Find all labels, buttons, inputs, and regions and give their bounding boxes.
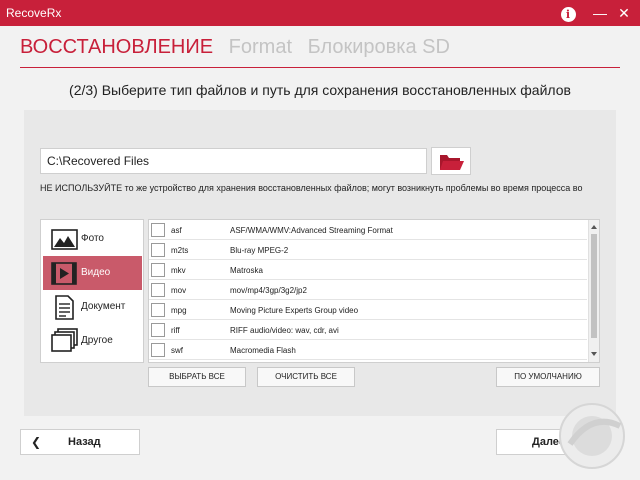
list-item[interactable]: riff RIFF audio/video: wav, cdr, avi: [149, 320, 587, 340]
file-type-checkbox[interactable]: [151, 223, 165, 237]
tab-sd-lock[interactable]: Блокировка SD: [308, 36, 450, 58]
back-label: Назад: [68, 436, 101, 448]
category-document[interactable]: Документ: [43, 290, 142, 324]
tab-format[interactable]: Format: [229, 36, 292, 58]
file-type-list: asf ASF/WMA/WMV:Advanced Streaming Forma…: [148, 219, 600, 363]
category-label: Фото: [81, 233, 104, 244]
scroll-down-icon[interactable]: [591, 352, 597, 356]
file-description: Moving Picture Experts Group video: [230, 306, 359, 315]
close-button[interactable]: ✕: [614, 3, 634, 23]
info-icon: i: [560, 7, 576, 22]
destination-path-input[interactable]: [40, 148, 427, 174]
clear-all-button[interactable]: ОЧИСТИТЬ ВСЕ: [257, 367, 355, 387]
category-photo[interactable]: Фото: [43, 222, 142, 256]
file-extension: mpg: [171, 306, 187, 315]
file-type-checkbox[interactable]: [151, 263, 165, 277]
category-label: Видео: [81, 267, 111, 278]
step-title: (2/3) Выберите тип файлов и путь для сох…: [69, 82, 571, 98]
list-item[interactable]: asf ASF/WMA/WMV:Advanced Streaming Forma…: [149, 220, 587, 240]
file-description: Macromedia Flash: [230, 346, 296, 355]
list-item[interactable]: mov mov/mp4/3gp/3g2/jp2: [149, 280, 587, 300]
file-type-checkbox[interactable]: [151, 343, 165, 357]
chevron-left-icon: ❮: [31, 435, 42, 449]
file-extension: riff: [171, 326, 180, 335]
scroll-up-icon[interactable]: [591, 225, 597, 229]
file-description: RIFF audio/video: wav, cdr, avi: [230, 326, 339, 335]
minimize-button[interactable]: —: [590, 3, 610, 23]
browse-folder-button[interactable]: [431, 147, 471, 175]
list-scrollbar[interactable]: [588, 220, 599, 362]
other-icon: [51, 328, 78, 352]
app-title: RecoveRx: [6, 6, 62, 20]
mode-tabs: ВОССТАНОВЛЕНИЕ Format Блокировка SD: [20, 36, 460, 62]
default-button[interactable]: ПО УМОЛЧАНИЮ: [496, 367, 600, 387]
file-extension: mkv: [171, 266, 186, 275]
back-button[interactable]: ❮ Назад: [20, 429, 140, 455]
list-item[interactable]: mkv Matroska: [149, 260, 587, 280]
file-type-checkbox[interactable]: [151, 243, 165, 257]
main-panel: НЕ ИСПОЛЬЗУЙТЕ то же устройство для хран…: [24, 110, 616, 416]
tab-recovery[interactable]: ВОССТАНОВЛЕНИЕ: [20, 36, 213, 58]
scroll-thumb[interactable]: [591, 234, 597, 338]
category-label: Документ: [81, 301, 126, 312]
file-type-checkbox[interactable]: [151, 323, 165, 337]
list-item[interactable]: m2ts Blu-ray MPEG-2: [149, 240, 587, 260]
file-extension: mov: [171, 286, 187, 295]
file-extension: asf: [171, 226, 182, 235]
file-type-checkbox[interactable]: [151, 283, 165, 297]
folder-open-icon: [440, 155, 464, 170]
watermark-logo: [559, 403, 625, 469]
file-description: Matroska: [230, 266, 263, 275]
warning-text: НЕ ИСПОЛЬЗУЙТЕ то же устройство для хран…: [40, 183, 583, 193]
info-button[interactable]: i: [558, 3, 578, 23]
title-bar: RecoveRx i — ✕: [0, 0, 640, 26]
list-item[interactable]: swf Macromedia Flash: [149, 340, 587, 360]
tab-divider: [20, 67, 620, 68]
file-extension: swf: [171, 346, 183, 355]
list-item[interactable]: mpg Moving Picture Experts Group video: [149, 300, 587, 320]
file-type-checkbox[interactable]: [151, 303, 165, 317]
photo-icon: [51, 229, 78, 250]
category-list: Фото Видео Документ Другое: [40, 219, 144, 363]
file-description: ASF/WMA/WMV:Advanced Streaming Format: [230, 226, 393, 235]
file-description: Blu-ray MPEG-2: [230, 246, 289, 255]
file-description: mov/mp4/3gp/3g2/jp2: [230, 286, 307, 295]
file-extension: m2ts: [171, 246, 189, 255]
category-other[interactable]: Другое: [43, 324, 142, 358]
document-icon: [55, 295, 74, 320]
video-icon: [51, 262, 77, 285]
select-all-button[interactable]: ВЫБРАТЬ ВСЕ: [148, 367, 246, 387]
category-label: Другое: [81, 335, 113, 346]
category-video[interactable]: Видео: [43, 256, 142, 290]
